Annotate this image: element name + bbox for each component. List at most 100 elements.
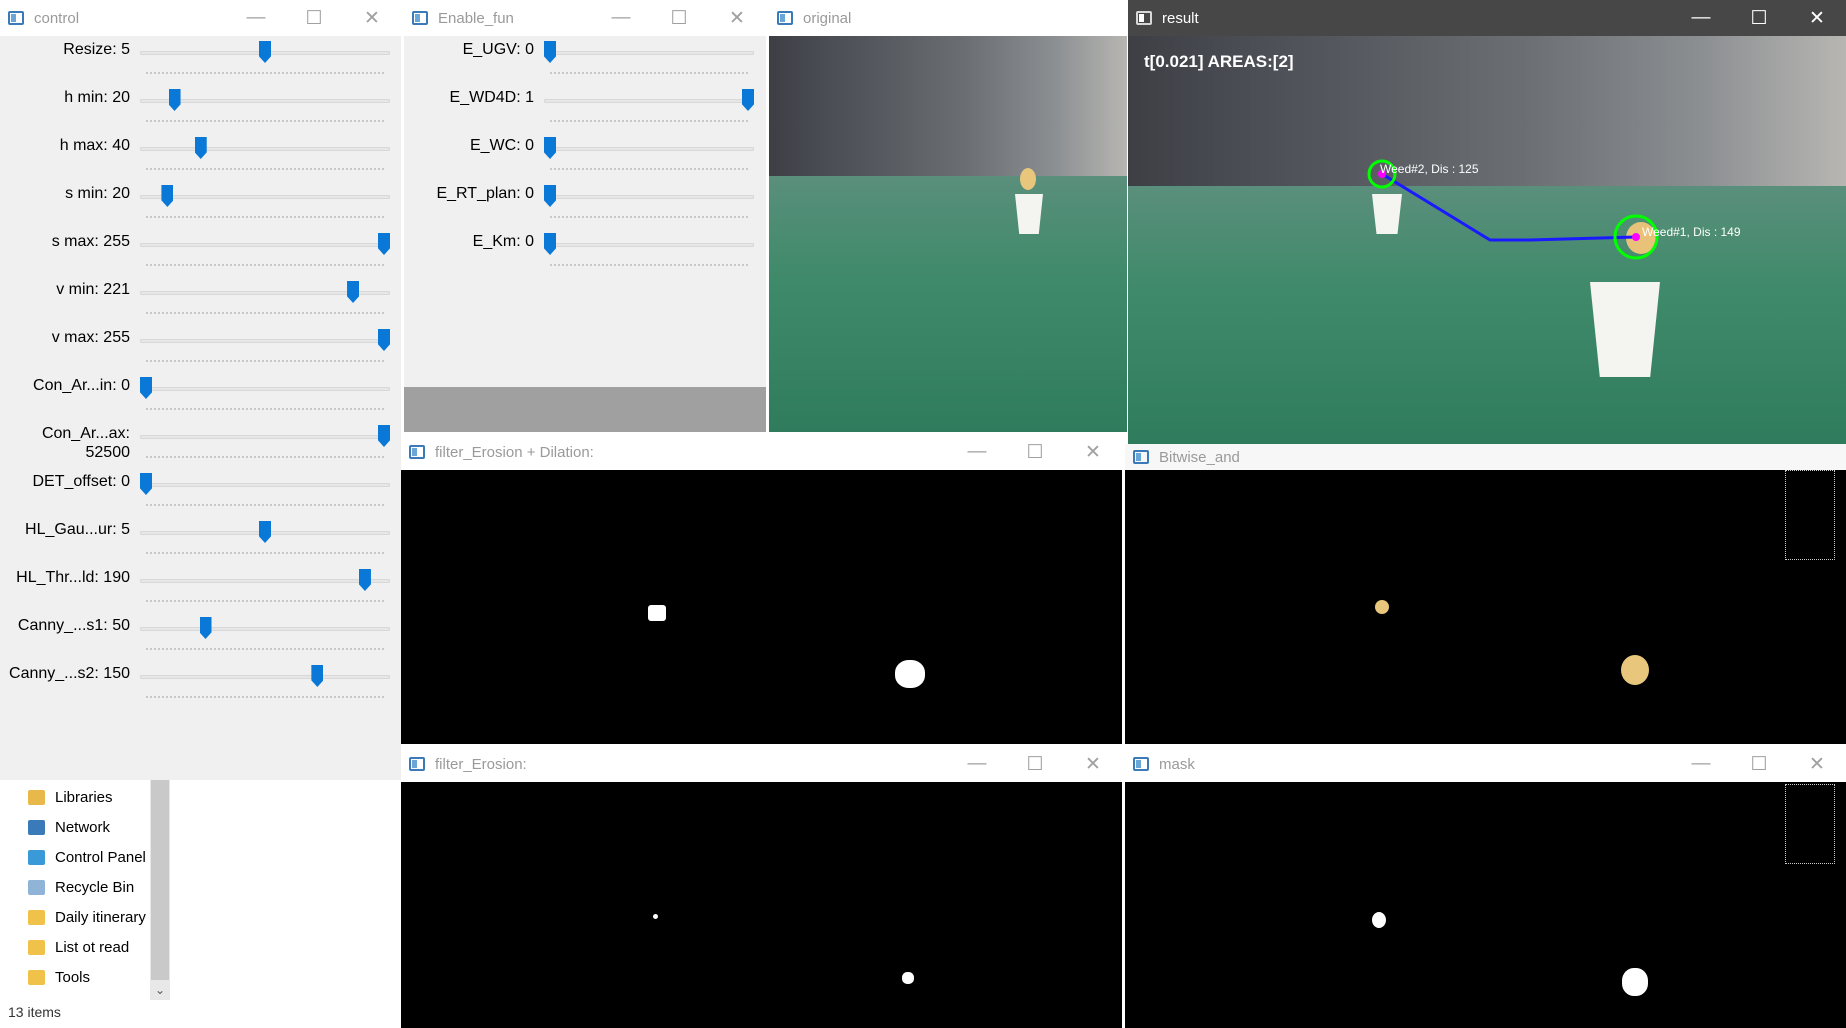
trackbar-h-max[interactable]: h max: 40	[0, 132, 401, 180]
trackbar-thumb[interactable]	[544, 137, 556, 159]
trackbar-track[interactable]	[140, 147, 390, 151]
blob-large	[902, 972, 914, 984]
close-button[interactable]: ✕	[1788, 746, 1846, 782]
trackbar-thumb[interactable]	[742, 89, 754, 111]
window-app-icon	[8, 11, 24, 25]
nav-item-tools[interactable]: Tools	[28, 969, 90, 986]
trackbar-track[interactable]	[544, 243, 754, 247]
nav-item-list-ot-read[interactable]: List ot read	[28, 939, 129, 956]
close-button[interactable]: ✕	[1064, 746, 1122, 782]
trackbar-thumb[interactable]	[378, 233, 390, 255]
trackbar-canny-s2[interactable]: Canny_...s2: 150	[0, 660, 401, 708]
maximize-button[interactable]: ☐	[1006, 434, 1064, 470]
explorer-scrollbar[interactable]: ⌄	[150, 775, 170, 1000]
cup-small	[1015, 194, 1043, 234]
original-camera-image	[769, 36, 1127, 432]
trackbar-hl-gau-ur[interactable]: HL_Gau...ur: 5	[0, 516, 401, 564]
trackbar-track[interactable]	[544, 147, 754, 151]
weed1-label: Weed#1, Dis : 149	[1642, 225, 1741, 239]
minimize-button[interactable]: —	[948, 746, 1006, 782]
trackbar-track[interactable]	[140, 387, 390, 391]
path-line	[1381, 172, 1637, 242]
maximize-button[interactable]: ☐	[650, 0, 708, 36]
trackbar-e-wd4d[interactable]: E_WD4D: 1	[404, 84, 766, 132]
scroll-down-icon[interactable]: ⌄	[150, 980, 170, 1000]
trackbar-ticks	[146, 360, 384, 364]
trackbar-con-ar-in[interactable]: Con_Ar...in: 0	[0, 372, 401, 420]
trackbar-track[interactable]	[544, 99, 754, 103]
nav-item-network[interactable]: Network	[28, 819, 110, 836]
trackbar-canny-s1[interactable]: Canny_...s1: 50	[0, 612, 401, 660]
trackbar-con-ar-ax[interactable]: Con_Ar...ax: 52500	[0, 420, 401, 468]
trackbar-track[interactable]	[140, 675, 390, 679]
trackbar-det-offset[interactable]: DET_offset: 0	[0, 468, 401, 516]
trackbar-s-min[interactable]: s min: 20	[0, 180, 401, 228]
trackbar-e-km[interactable]: E_Km: 0	[404, 228, 766, 276]
scrollbar-thumb[interactable]	[151, 775, 169, 980]
trackbar-thumb[interactable]	[378, 329, 390, 351]
minimize-button[interactable]: —	[1672, 0, 1730, 36]
trackbar-track[interactable]	[140, 627, 390, 631]
trackbar-track[interactable]	[544, 195, 754, 199]
close-button[interactable]: ✕	[1788, 0, 1846, 36]
erosion-window: filter_Erosion: — ☐ ✕	[401, 746, 1122, 1028]
trackbar-thumb[interactable]	[140, 473, 152, 495]
maximize-button[interactable]: ☐	[1006, 746, 1064, 782]
trackbar-track[interactable]	[140, 483, 390, 487]
trackbar-thumb[interactable]	[161, 185, 174, 207]
close-button[interactable]: ✕	[1064, 434, 1122, 470]
trackbar-hl-thr-ld[interactable]: HL_Thr...ld: 190	[0, 564, 401, 612]
close-button[interactable]: ✕	[708, 0, 766, 36]
trackbar-e-ugv[interactable]: E_UGV: 0	[404, 36, 766, 84]
trackbar-thumb[interactable]	[168, 89, 181, 111]
trackbar-thumb[interactable]	[199, 617, 212, 639]
trackbar-v-max[interactable]: v max: 255	[0, 324, 401, 372]
trackbar-thumb[interactable]	[140, 377, 152, 399]
window-title: result	[1162, 9, 1199, 27]
maximize-button[interactable]: ☐	[1730, 0, 1788, 36]
overlay-status-text: t[0.021] AREAS:[2]	[1144, 52, 1294, 71]
mask-image	[1125, 782, 1846, 1028]
trackbar-track[interactable]	[544, 51, 754, 55]
nav-item-control-panel[interactable]: Control Panel	[28, 849, 146, 866]
nav-item-libraries[interactable]: Libraries	[28, 789, 113, 806]
minimize-button[interactable]: —	[592, 0, 650, 36]
trackbar-h-min[interactable]: h min: 20	[0, 84, 401, 132]
trackbar-thumb[interactable]	[544, 185, 556, 207]
bitwise-image	[1125, 470, 1846, 744]
trackbar-thumb[interactable]	[378, 425, 390, 447]
trackbar-track[interactable]	[140, 243, 390, 247]
trackbar-ticks	[146, 696, 384, 700]
minimize-button[interactable]: —	[948, 434, 1006, 470]
trackbar-track[interactable]	[140, 579, 390, 583]
trackbar-s-max[interactable]: s max: 255	[0, 228, 401, 276]
trackbar-thumb[interactable]	[311, 665, 324, 687]
trackbar-e-rt-plan[interactable]: E_RT_plan: 0	[404, 180, 766, 228]
trackbar-thumb[interactable]	[544, 41, 556, 63]
maximize-button[interactable]: ☐	[1730, 746, 1788, 782]
window-title: filter_Erosion + Dilation:	[435, 443, 594, 461]
maximize-button[interactable]: ☐	[285, 0, 343, 36]
trackbar-resize[interactable]: Resize: 5	[0, 36, 401, 84]
trackbar-thumb[interactable]	[259, 521, 271, 543]
trackbar-track[interactable]	[140, 339, 390, 343]
nav-item-daily-itinerary[interactable]: Daily itinerary	[28, 909, 146, 926]
minimize-button[interactable]: —	[227, 0, 285, 36]
trackbar-track[interactable]	[140, 195, 390, 199]
minimize-button[interactable]: —	[1672, 746, 1730, 782]
trackbar-thumb[interactable]	[358, 569, 371, 591]
close-button[interactable]: ✕	[343, 0, 401, 36]
trackbar-thumb[interactable]	[544, 233, 556, 255]
window-app-icon	[409, 757, 425, 771]
trackbar-thumb[interactable]	[347, 281, 360, 303]
erosion-dilation-window: filter_Erosion + Dilation: — ☐ ✕	[401, 434, 1122, 744]
trackbar-thumb[interactable]	[259, 41, 271, 63]
trackbar-v-min[interactable]: v min: 221	[0, 276, 401, 324]
trackbar-thumb[interactable]	[194, 137, 207, 159]
trackbar-label: s max: 255	[51, 233, 130, 250]
trackbar-ticks	[146, 552, 384, 556]
nav-item-recycle-bin[interactable]: Recycle Bin	[28, 879, 134, 896]
status-item-count: 13 items	[8, 1004, 61, 1020]
trackbar-e-wc[interactable]: E_WC: 0	[404, 132, 766, 180]
trackbar-track[interactable]	[140, 435, 390, 439]
